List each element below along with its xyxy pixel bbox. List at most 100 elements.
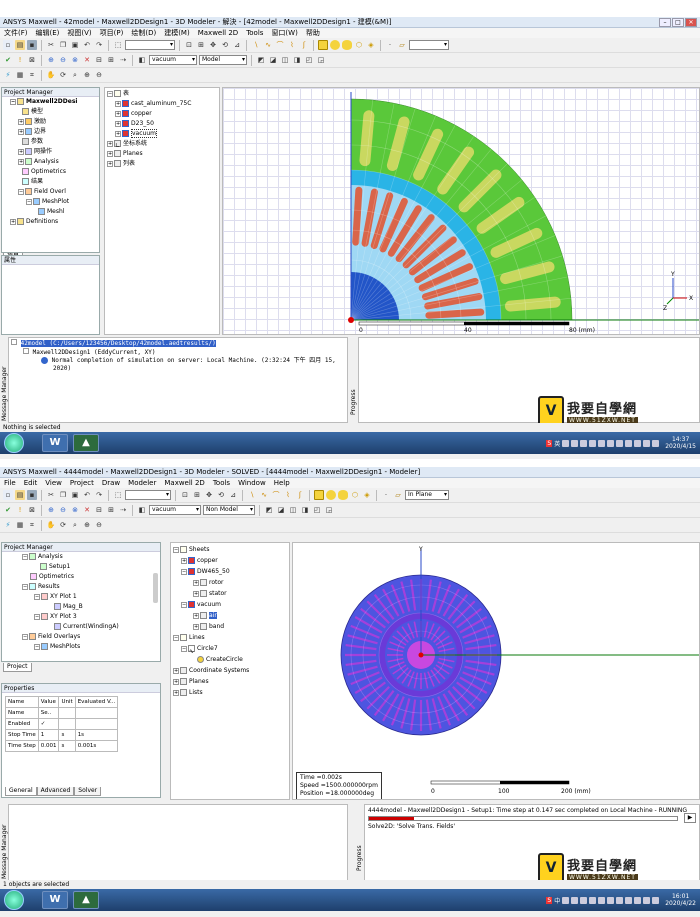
material-icon[interactable]: ◧ (137, 55, 147, 65)
boundary-icon[interactable]: ▦ (15, 70, 25, 80)
point-icon[interactable]: · (385, 40, 395, 50)
start-button[interactable] (4, 433, 24, 453)
analyze-icon[interactable]: ! (15, 505, 25, 515)
sweep-icon[interactable]: ⇢ (118, 505, 128, 515)
tree-analysis[interactable]: + Analysis (4, 157, 99, 167)
split-icon[interactable]: ✕ (82, 505, 92, 515)
subtract-icon[interactable]: ⊖ (58, 505, 68, 515)
new-icon[interactable]: ▫ (3, 40, 13, 50)
render-solid-icon[interactable]: ◲ (324, 505, 334, 515)
tree-design[interactable]: − Maxwell2DDesi (4, 97, 99, 107)
circle-icon[interactable] (326, 490, 336, 500)
plane-dropdown[interactable]: In Plane (405, 490, 449, 500)
regular-polygon-icon[interactable]: ⬡ (350, 490, 360, 500)
line-icon[interactable]: ∖ (247, 490, 257, 500)
pan-icon[interactable]: ✥ (204, 490, 214, 500)
select-icon[interactable]: ⬚ (113, 490, 123, 500)
mesh-icon[interactable]: ⌗ (27, 520, 37, 530)
tree-field-overlays[interactable]: − Field Overlays (4, 632, 160, 642)
tree-dw465[interactable]: − DW465_50 (173, 566, 289, 577)
close-button[interactable]: ✕ (685, 17, 697, 27)
arc-icon[interactable]: ⌒ (271, 490, 281, 500)
redo-icon[interactable]: ↷ (94, 40, 104, 50)
boundary-icon[interactable]: ▦ (15, 520, 25, 530)
menu-project[interactable]: Project (70, 479, 94, 487)
zoom-in-icon[interactable]: ⊕ (82, 70, 92, 80)
excitation-icon[interactable]: ⚡ (3, 70, 13, 80)
intersect-icon[interactable]: ⊗ (70, 505, 80, 515)
tree-copper[interactable]: + copper (107, 109, 219, 119)
tree-stator[interactable]: + stator (173, 588, 289, 599)
spline-icon[interactable]: ∿ (263, 40, 273, 50)
menu-edit[interactable]: Edit (24, 479, 38, 487)
tree-excitations[interactable]: + 激励 (4, 117, 99, 127)
equation-curve-icon[interactable]: ʃ (299, 40, 309, 50)
spline-icon[interactable]: ∿ (259, 490, 269, 500)
render-wire-icon[interactable]: ◰ (312, 505, 322, 515)
tree-circle7[interactable]: − ∿ Circle7 (173, 643, 289, 654)
fit-all-icon[interactable]: ⊡ (184, 40, 194, 50)
polyline-icon[interactable]: ⌇ (287, 40, 297, 50)
abort-button[interactable]: ▶ (684, 813, 696, 823)
ime-icon[interactable]: S (546, 439, 553, 447)
paste-icon[interactable]: ▣ (70, 40, 80, 50)
unite-icon[interactable]: ⊕ (46, 55, 56, 65)
subtract-icon[interactable]: ⊖ (58, 55, 68, 65)
tree-copper[interactable]: + copper (173, 555, 289, 566)
material-icon[interactable]: ◧ (137, 505, 147, 515)
menu-window[interactable]: 窗口(W) (271, 28, 297, 38)
polyline-icon[interactable]: ⌇ (283, 490, 293, 500)
new-icon[interactable]: ▫ (3, 490, 13, 500)
tab-project[interactable]: Project (3, 663, 32, 672)
tree-lines[interactable]: − Lines (173, 632, 289, 643)
zoom-icon[interactable]: ⌕ (70, 70, 80, 80)
copy-icon[interactable]: ❐ (58, 40, 68, 50)
tree-xy-plot-1[interactable]: − XY Plot 1 (4, 592, 160, 602)
validate-icon[interactable]: ✔ (3, 55, 13, 65)
separate-icon[interactable]: ⊟ (94, 505, 104, 515)
tree-planes[interactable]: + Planes (107, 149, 219, 159)
menu-modeler[interactable]: Modeler (128, 479, 156, 487)
tree-vacuum[interactable]: − vacuum (173, 599, 289, 610)
redo-icon[interactable]: ↷ (94, 490, 104, 500)
tree-rotor[interactable]: + rotor (173, 577, 289, 588)
validate-icon[interactable]: ✔ (3, 505, 13, 515)
fit-all-icon[interactable]: ⊡ (180, 490, 190, 500)
selection-dropdown[interactable] (125, 490, 171, 500)
fit-selection-icon[interactable]: ⊞ (192, 490, 202, 500)
menu-draw[interactable]: Draw (102, 479, 120, 487)
maxwell-taskbar-icon[interactable]: ▲ (73, 891, 99, 909)
render-wire-icon[interactable]: ◰ (304, 55, 314, 65)
equation-surface-icon[interactable]: ◈ (366, 40, 376, 50)
tree-setup1[interactable]: Setup1 (4, 562, 160, 572)
tray-clock[interactable]: 16:01 2020/4/22 (665, 893, 696, 907)
separate-icon[interactable]: ⊟ (94, 55, 104, 65)
tree-cast-aluminum[interactable]: + cast_aluminum_75C (107, 99, 219, 109)
tab-advanced[interactable]: Advanced (36, 787, 75, 796)
menu-window[interactable]: Window (238, 479, 266, 487)
save-icon[interactable]: ▪ (27, 490, 37, 500)
msg-design-row[interactable]: Maxwell2DDesign1 (EddyCurrent, XY) (11, 348, 345, 357)
tree-createcircle[interactable]: CreateCircle (173, 654, 289, 665)
tree-scrollbar[interactable] (153, 573, 158, 603)
menu-project[interactable]: 项目(P) (100, 28, 124, 38)
tree-mesh-operations[interactable]: + 网操作 (4, 147, 99, 157)
tree-field-overlays[interactable]: − Field Overl (4, 187, 99, 197)
measure-icon[interactable]: ⊿ (232, 40, 242, 50)
tree-vacuum[interactable]: + vacuum (107, 129, 219, 139)
equation-curve-icon[interactable]: ʃ (295, 490, 305, 500)
tree-sheets[interactable]: − Sheets (173, 544, 289, 555)
line-icon[interactable]: ∖ (251, 40, 261, 50)
table-row[interactable]: Stop Time 1 s 1s (5, 729, 119, 741)
plane-icon[interactable]: ⏥ (393, 490, 403, 500)
enabled-checkbox[interactable]: ✓ (37, 718, 60, 730)
tree-planes[interactable]: + Planes (173, 676, 289, 687)
view-iso-icon[interactable]: ◩ (256, 55, 266, 65)
zoom-in-icon[interactable]: ⊕ (82, 520, 92, 530)
menu-help[interactable]: 帮助 (306, 28, 320, 38)
tree-d23-50[interactable]: + D23_50 (107, 119, 219, 129)
menu-maxwell2d[interactable]: Maxwell 2D (198, 29, 238, 37)
imprint-icon[interactable]: ⊞ (106, 55, 116, 65)
copy-icon[interactable]: ❐ (58, 490, 68, 500)
menu-maxwell2d[interactable]: Maxwell 2D (164, 479, 204, 487)
